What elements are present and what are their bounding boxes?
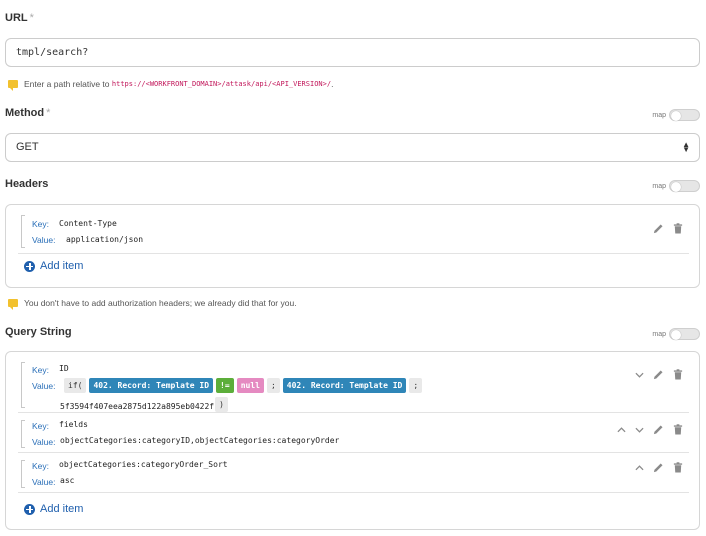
trash-icon[interactable] (673, 369, 683, 380)
query-string-label: Query String (5, 326, 72, 338)
headers-label: Headers (5, 178, 49, 190)
headers-map-toggle[interactable]: map (652, 180, 700, 192)
method-select[interactable]: GET ▲ ▼ (5, 133, 700, 162)
pencil-icon[interactable] (653, 369, 664, 380)
formula-token: != (216, 378, 234, 394)
formula-token: if( (64, 378, 87, 394)
url-input[interactable]: tmpl/search? (5, 38, 700, 67)
trash-icon[interactable] (673, 462, 683, 473)
query-string-panel: Key: ID Value: if(402. Record: Template … (5, 351, 700, 530)
query-item: Key: objectCategories:categoryOrder_Sort… (18, 453, 689, 493)
query-string-add-item-button[interactable]: Add item (24, 503, 83, 515)
header-item: Key: Content-Type Value: application/jso… (18, 209, 689, 254)
formula-token: ; (409, 378, 423, 394)
chevron-up-icon[interactable] (617, 426, 626, 433)
query-key: objectCategories:categoryOrder_Sort (59, 460, 228, 469)
url-label: URL * (5, 12, 34, 24)
formula-token: ) (215, 397, 228, 413)
trash-icon[interactable] (673, 424, 683, 435)
query-value-formula[interactable]: if(402. Record: Template ID != null; 402. R… (64, 377, 425, 395)
toggle-switch[interactable] (669, 328, 700, 340)
header-value: application/json (66, 235, 144, 244)
query-string-map-toggle[interactable]: map (652, 328, 700, 340)
trash-icon[interactable] (673, 223, 683, 234)
header-key: Content-Type (59, 219, 117, 228)
pencil-icon[interactable] (653, 462, 664, 473)
query-item: Key: ID Value: if(402. Record: Template … (18, 356, 689, 413)
plus-circle-icon (24, 503, 35, 515)
headers-hint: You don't have to add authorization head… (8, 298, 297, 310)
query-key: fields (59, 420, 88, 429)
pencil-icon[interactable] (653, 223, 664, 234)
query-item: Key: fields Value: objectCategories:cate… (18, 413, 689, 453)
url-hint: Enter a path relative to https://<WORKFR… (8, 79, 333, 91)
chevron-up-icon[interactable] (635, 464, 644, 471)
pencil-icon[interactable] (653, 424, 664, 435)
comment-icon (8, 80, 18, 91)
formula-token: ; (266, 378, 280, 394)
method-map-toggle[interactable]: map (652, 109, 700, 121)
toggle-switch[interactable] (669, 180, 700, 192)
plus-circle-icon (24, 260, 35, 272)
query-value: objectCategories:categoryID,objectCatego… (60, 436, 340, 445)
formula-token: null (236, 378, 264, 394)
query-value: asc (60, 476, 75, 485)
select-arrows-icon: ▲ ▼ (682, 140, 690, 154)
query-key: ID (59, 364, 69, 373)
toggle-switch[interactable] (669, 109, 700, 121)
method-label: Method * (5, 107, 51, 119)
formula-token: 402. Record: Template ID (282, 378, 407, 394)
comment-icon (8, 299, 18, 310)
query-value-text: 5f3594f407eea2875d122a895eb0422f (60, 402, 215, 411)
formula-token: 402. Record: Template ID (89, 378, 214, 394)
chevron-down-icon[interactable] (635, 427, 644, 433)
headers-panel: Key: Content-Type Value: application/jso… (5, 204, 700, 288)
headers-add-item-button[interactable]: Add item (24, 260, 83, 272)
chevron-down-icon[interactable] (635, 372, 644, 378)
method-selected-value: GET (16, 141, 39, 153)
